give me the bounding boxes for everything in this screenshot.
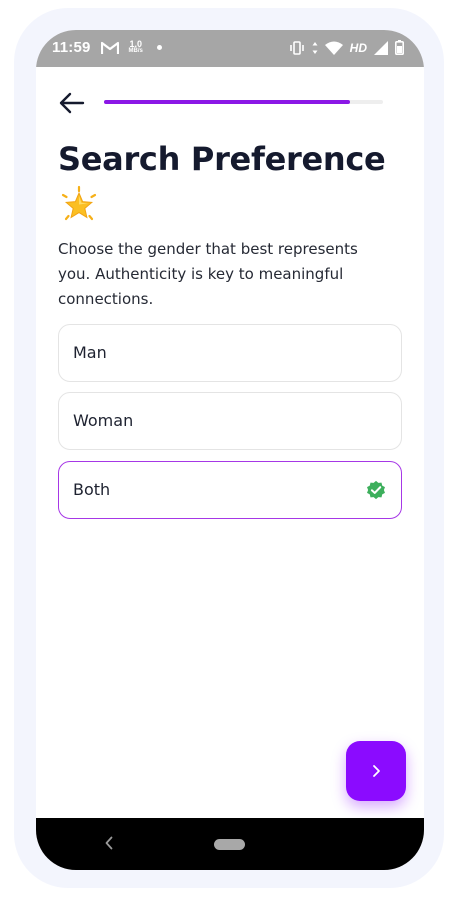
next-button[interactable] — [346, 741, 406, 801]
arrow-left-icon[interactable] — [58, 90, 86, 116]
page-title: Search Preference — [58, 140, 386, 178]
battery-icon — [395, 40, 404, 55]
progress-bar — [104, 100, 383, 104]
chevron-right-icon — [373, 765, 380, 777]
gmail-icon — [100, 41, 119, 54]
page: 11:59 1.0 MB/s HD Search Preference Choo… — [0, 0, 460, 900]
progress-fill — [104, 100, 350, 104]
option-label: Both — [73, 480, 111, 499]
vibrate-icon — [289, 40, 304, 55]
status-left: 11:59 1.0 MB/s — [52, 39, 162, 56]
dot-icon — [156, 45, 162, 50]
star-emoji-icon — [61, 185, 97, 221]
option-woman[interactable]: Woman — [58, 392, 402, 450]
home-pill-icon[interactable] — [214, 839, 245, 850]
wifi-icon — [324, 41, 343, 55]
option-label: Man — [73, 343, 107, 362]
phone-screen: 11:59 1.0 MB/s HD Search Preference Choo… — [36, 30, 424, 870]
data-arrows-icon — [312, 41, 318, 54]
status-right: HD — [289, 40, 404, 55]
network-speed-unit: MB/s — [128, 47, 143, 54]
status-time: 11:59 — [52, 39, 91, 56]
nav-back-icon[interactable] — [104, 836, 114, 850]
network-speed-value: 1.0 — [129, 38, 142, 49]
verified-check-icon — [367, 480, 385, 500]
option-man[interactable]: Man — [58, 324, 402, 382]
page-subtitle: Choose the gender that best represents y… — [58, 240, 358, 308]
network-type: HD — [349, 40, 367, 55]
network-speed: 1.0 MB/s — [128, 38, 143, 55]
system-nav-bar — [36, 818, 424, 870]
option-label: Woman — [73, 411, 134, 430]
signal-icon — [374, 40, 388, 55]
status-bar: 11:59 1.0 MB/s HD — [36, 30, 424, 67]
option-both[interactable]: Both — [58, 461, 402, 519]
